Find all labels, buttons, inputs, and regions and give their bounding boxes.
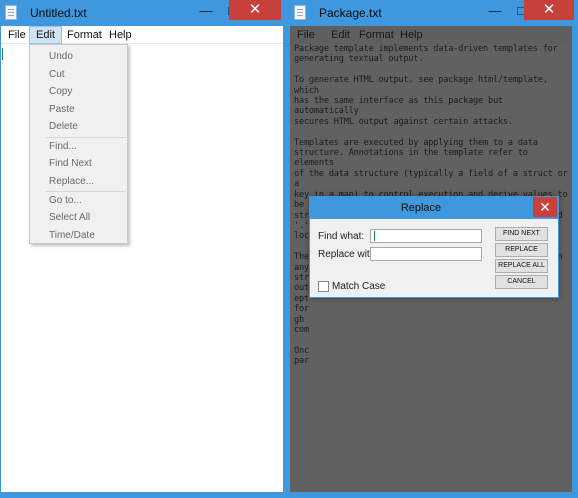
menu-item-replace[interactable]: Replace... <box>49 175 94 189</box>
notepad-icon <box>294 5 306 20</box>
menu-format[interactable]: Format <box>61 26 108 44</box>
find-what-label: Find what: <box>318 231 365 242</box>
menu-help[interactable]: Help <box>103 26 138 44</box>
close-button[interactable]: ✕ <box>524 0 574 20</box>
menu-separator <box>46 191 126 192</box>
edit-menu-dropdown: Undo Cut Copy Paste Delete Find... Find … <box>29 44 128 244</box>
menu-separator <box>46 137 126 138</box>
title-bar[interactable]: Untitled.txt — □ ✕ <box>0 0 289 26</box>
title-bar[interactable]: Package.txt — □ ✕ <box>289 0 578 26</box>
notepad-icon <box>5 5 17 20</box>
menu-item-cut[interactable]: Cut <box>49 68 65 82</box>
input-caret <box>374 231 375 241</box>
dialog-title-bar[interactable]: Replace ✕ <box>310 197 558 219</box>
menu-help[interactable]: Help <box>394 26 429 44</box>
match-case-checkbox[interactable] <box>318 281 329 292</box>
menu-item-find[interactable]: Find... <box>49 140 77 154</box>
menu-item-find-next[interactable]: Find Next <box>49 157 92 171</box>
menu-item-paste[interactable]: Paste <box>49 103 75 117</box>
minimize-button[interactable]: — <box>196 2 216 22</box>
menu-edit[interactable]: Edit <box>29 26 62 44</box>
window-title: Package.txt <box>319 6 382 20</box>
menu-bar: File Edit Format Help <box>1 26 283 44</box>
menu-item-select-all[interactable]: Select All <box>49 211 90 225</box>
menu-format[interactable]: Format <box>353 26 400 44</box>
dialog-title: Replace <box>400 202 442 214</box>
text-caret <box>2 48 3 60</box>
menu-file[interactable]: File <box>2 26 32 44</box>
match-case-label: Match Case <box>332 281 386 292</box>
window-title: Untitled.txt <box>30 6 87 20</box>
menu-item-go-to[interactable]: Go to... <box>49 194 82 208</box>
replace-all-button[interactable]: REPLACE ALL <box>495 259 548 273</box>
cancel-button[interactable]: CANCEL <box>495 275 548 289</box>
menu-edit[interactable]: Edit <box>325 26 356 44</box>
close-button[interactable]: ✕ <box>229 0 281 20</box>
menu-item-copy[interactable]: Copy <box>49 85 72 99</box>
menu-file[interactable]: File <box>291 26 321 44</box>
menu-bar: File Edit Format Help <box>290 26 572 44</box>
replace-with-input[interactable] <box>370 247 482 261</box>
menu-item-time-date[interactable]: Time/Date <box>49 229 95 243</box>
dialog-close-button[interactable]: ✕ <box>533 197 557 217</box>
minimize-button[interactable]: — <box>485 2 505 22</box>
menu-item-undo[interactable]: Undo <box>49 50 73 64</box>
menu-item-delete[interactable]: Delete <box>49 120 78 134</box>
replace-button[interactable]: REPLACE <box>495 243 548 257</box>
find-what-input[interactable] <box>370 229 482 243</box>
find-next-button[interactable]: FIND NEXT <box>495 227 548 241</box>
replace-dialog: Replace ✕ Find what: Replace with: FIND … <box>309 196 559 298</box>
